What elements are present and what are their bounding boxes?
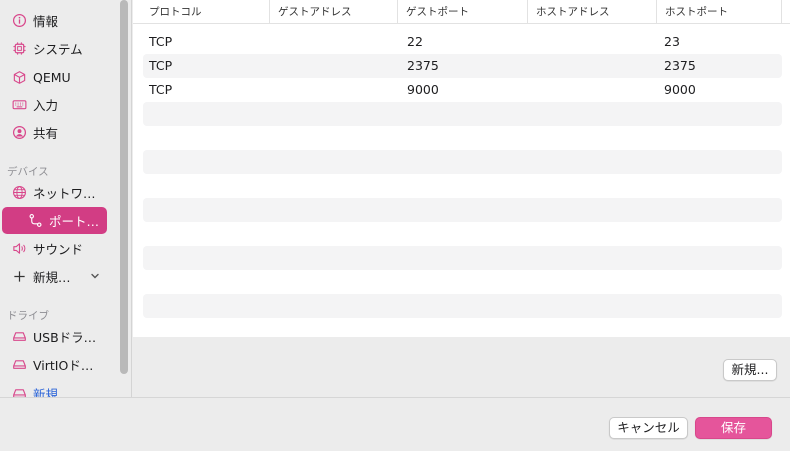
sidebar-item-label: 情報: [33, 14, 59, 29]
empty-row: [143, 126, 782, 150]
cpu-icon: [11, 41, 27, 57]
info-icon: [11, 13, 27, 29]
sidebar-item-input[interactable]: 入力: [2, 91, 107, 118]
cell-host-port: 9000: [664, 82, 696, 97]
sidebar-item-network[interactable]: ネットワ…: [2, 179, 107, 206]
empty-row: [143, 174, 782, 198]
new-port-button[interactable]: 新規...: [723, 359, 777, 381]
sidebar-item-label: サウンド: [33, 242, 84, 257]
globe-icon: [11, 185, 27, 201]
cell-protocol: TCP: [149, 58, 173, 73]
table-body: TCP 22 23 TCP 2375 2375 TCP 9000 9000: [143, 30, 782, 318]
sidebar-item-label: システム: [33, 42, 83, 57]
column-header-host-address[interactable]: ホストアドレス: [528, 0, 657, 24]
column-header-protocol[interactable]: プロトコル: [141, 0, 270, 24]
sidebar-item-label: VirtIOド…: [33, 358, 94, 373]
cell-guest-port: 22: [407, 34, 423, 49]
sidebar: 情報 システム QEMU 入力 共有 デバイス ネットワ… ポート… サウンド …: [0, 0, 132, 397]
sidebar-item-sound[interactable]: サウンド: [2, 235, 107, 262]
sidebar-scrollbar[interactable]: [120, 0, 128, 374]
sidebar-item-new-device[interactable]: 新規…: [2, 263, 107, 290]
empty-row: [143, 270, 782, 294]
sidebar-item-qemu[interactable]: QEMU: [2, 64, 107, 91]
plus-icon: [11, 269, 27, 285]
cell-host-port: 23: [664, 34, 680, 49]
cube-icon: [11, 70, 27, 86]
chevron-down-icon[interactable]: [89, 270, 101, 282]
empty-row: [143, 246, 782, 270]
sidebar-item-label: 共有: [33, 126, 59, 141]
sidebar-item-label: 新規…: [33, 387, 71, 397]
sidebar-item-label: QEMU: [33, 70, 71, 85]
table-header: プロトコル ゲストアドレス ゲストポート ホストアドレス ホストポート: [133, 0, 790, 24]
table-row[interactable]: TCP 2375 2375: [143, 54, 782, 78]
cell-protocol: TCP: [149, 34, 173, 49]
empty-row: [143, 294, 782, 318]
drive-icon: [11, 357, 27, 373]
sidebar-item-info[interactable]: 情報: [2, 7, 107, 34]
sidebar-item-virtio-drive[interactable]: VirtIOド…: [2, 351, 107, 378]
sidebar-item-usb-drive[interactable]: USBドラ…: [2, 323, 107, 350]
cell-host-port: 2375: [664, 58, 696, 73]
port-icon: [27, 213, 43, 229]
drive-icon: [11, 386, 27, 397]
sidebar-item-ports[interactable]: ポート…: [2, 207, 107, 234]
port-forward-table: プロトコル ゲストアドレス ゲストポート ホストアドレス ホストポート TCP …: [133, 0, 790, 337]
table-row[interactable]: TCP 9000 9000: [143, 78, 782, 102]
keyboard-icon: [11, 97, 27, 113]
empty-row: [143, 222, 782, 246]
sidebar-item-label: 入力: [33, 98, 59, 113]
drive-icon: [11, 329, 27, 345]
drives-section-header: ドライブ: [7, 310, 49, 322]
empty-row: [143, 198, 782, 222]
sidebar-item-label: 新規…: [33, 270, 71, 285]
cell-guest-port: 2375: [407, 58, 439, 73]
dialog-footer: キャンセル 保存: [0, 397, 790, 451]
sidebar-item-label: ネットワ…: [33, 186, 96, 201]
person-icon: [11, 125, 27, 141]
sidebar-item-system[interactable]: システム: [2, 35, 107, 62]
column-header-guest-port[interactable]: ゲストポート: [398, 0, 528, 24]
sidebar-item-sharing[interactable]: 共有: [2, 119, 107, 146]
cell-guest-port: 9000: [407, 82, 439, 97]
speaker-icon: [11, 241, 27, 257]
sidebar-item-label: USBドラ…: [33, 330, 97, 345]
cancel-button[interactable]: キャンセル: [609, 417, 688, 439]
empty-row: [143, 150, 782, 174]
table-actions-bar: 新規...: [133, 337, 790, 397]
column-header-host-port[interactable]: ホストポート: [657, 0, 782, 24]
empty-row: [143, 102, 782, 126]
column-header-guest-address[interactable]: ゲストアドレス: [270, 0, 398, 24]
sidebar-item-label: ポート…: [49, 214, 100, 229]
devices-section-header: デバイス: [7, 166, 49, 178]
cell-protocol: TCP: [149, 82, 173, 97]
save-button[interactable]: 保存: [695, 417, 772, 439]
table-row[interactable]: TCP 22 23: [143, 30, 782, 54]
sidebar-item-new-drive[interactable]: 新規…: [2, 380, 107, 397]
